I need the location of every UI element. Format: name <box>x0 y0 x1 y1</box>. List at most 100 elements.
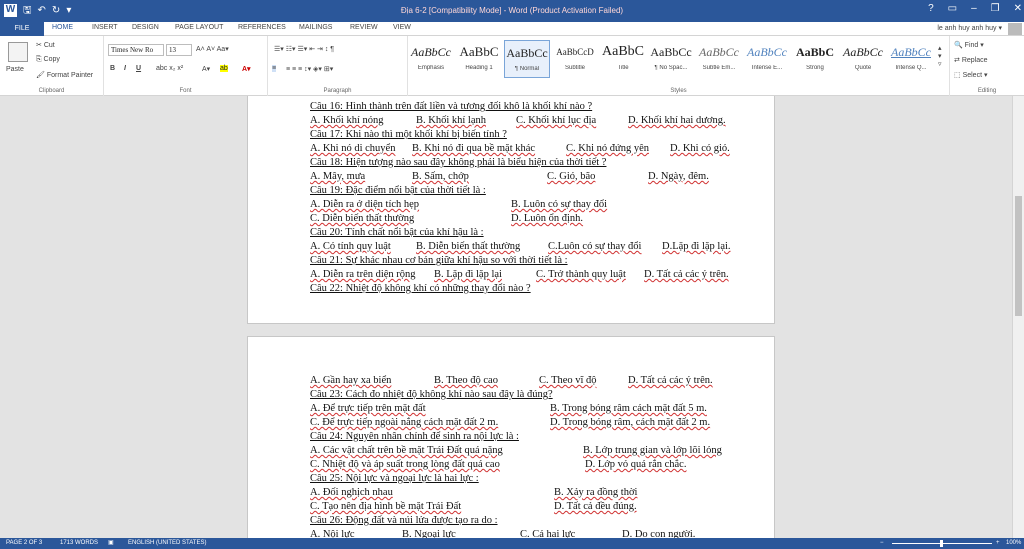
paste-icon[interactable] <box>8 42 28 62</box>
ribbon-tabs: FILE HOME INSERT DESIGN PAGE LAYOUT REFE… <box>0 22 1024 36</box>
page-count[interactable]: PAGE 2 OF 3 <box>6 538 42 549</box>
option-d: D. Lớp vỏ quá rắn chắc. <box>585 459 687 470</box>
zoom-in-icon[interactable]: + <box>996 538 1000 549</box>
style-quote[interactable]: AaBbCc Quote <box>840 40 886 78</box>
bullets-icon[interactable]: ☰▾ ☷▾ ☰▾ ⇤ ⇥ ↕ ¶ <box>274 45 334 53</box>
highlight-color-icon[interactable]: ab <box>220 65 228 72</box>
text-effects-icon[interactable]: A▾ <box>202 65 210 73</box>
style-intense-quote[interactable]: AaBbCc Intense Q... <box>888 40 934 78</box>
zoom-slider-thumb[interactable] <box>940 540 943 547</box>
italic-button[interactable]: I <box>124 65 126 72</box>
clipboard-group-label: Clipboard <box>38 88 65 94</box>
tab-file[interactable]: FILE <box>0 22 44 36</box>
style-preview: AaBbCc <box>411 45 451 59</box>
paste-button[interactable]: Paste <box>6 66 24 73</box>
option-c: C. Để trực tiếp ngoài nắng cách mặt đất … <box>310 417 499 428</box>
minimize-button[interactable]: – <box>971 3 977 14</box>
underline-button[interactable]: U <box>136 65 141 72</box>
styles-scroll-icon[interactable]: ▴ ▾ ▿ <box>938 44 942 68</box>
style-no-spacing[interactable]: AaBbCc ¶ No Spac... <box>648 40 694 78</box>
editing-group: 🔍 Find ▾ ⇄ Replace ⬚ Select ▾ Editing <box>950 36 1024 96</box>
option-a: A. Mây, mưa <box>310 171 366 182</box>
cut-button[interactable]: ✂ Cut <box>36 41 55 49</box>
tab-review[interactable]: REVIEW <box>350 24 378 31</box>
option-c: C. Diễn biến thất thường <box>310 213 415 224</box>
question-text: Câu 18: Hiện tượng nào sau đây không phả… <box>310 157 607 168</box>
question-text: Câu 22: Nhiệt độ không khí có những thay… <box>310 283 531 294</box>
style-strong[interactable]: AaBbC Strong <box>792 40 838 78</box>
zoom-out-icon[interactable]: − <box>880 538 884 549</box>
tab-insert[interactable]: INSERT <box>92 24 118 31</box>
replace-label: Replace <box>961 57 988 64</box>
document-page[interactable]: A. Gần hay xa biển B. Theo độ cao C. The… <box>247 336 775 538</box>
strikethrough-icon[interactable]: abc x₂ x² <box>156 65 183 72</box>
user-account[interactable]: le anh huy anh huy ▾ <box>937 24 1002 32</box>
replace-button[interactable]: ⇄ Replace <box>954 56 988 64</box>
style-name: ¶ No Spac... <box>654 65 688 71</box>
vertical-scrollbar[interactable] <box>1012 96 1024 538</box>
font-name-box[interactable]: Times New Ro <box>108 44 164 56</box>
style-preview: AaBbC <box>602 44 644 59</box>
style-name: Heading 1 <box>465 65 493 71</box>
question-text: Câu 17: Khi nào thì một khối khí bị biến… <box>310 129 507 140</box>
option-d: D. Khi có gió. <box>670 143 730 154</box>
option-a: A. Các vật chất trên bề mặt Trái Đất quá… <box>310 445 503 456</box>
option-a: A. Đối nghịch nhau <box>310 487 393 498</box>
option-b: B. Lặp đi lặp lại <box>434 269 502 280</box>
title-bar: W 🖫 ↶ ↻ ▾ Địa 6-2 [Compatibility Mode] -… <box>0 0 1024 22</box>
cut-label: Cut <box>43 42 55 49</box>
styles-group-label: Styles <box>670 88 687 94</box>
font-size-box[interactable]: 13 <box>166 44 192 56</box>
align-center-icon[interactable]: ≡ ≡ ≡ ↕▾ ◈▾ ⊞▾ <box>286 65 333 73</box>
style-emphasis[interactable]: AaBbCc Emphasis <box>408 40 454 78</box>
scrollbar-thumb[interactable] <box>1015 196 1022 316</box>
find-button[interactable]: 🔍 Find ▾ <box>954 41 984 49</box>
ribbon-display-button[interactable]: ▭ <box>948 3 957 14</box>
option-c: C. Theo vĩ độ <box>539 375 597 386</box>
option-d: D. Luôn ổn định. <box>511 213 584 224</box>
help-button[interactable]: ? <box>928 3 934 14</box>
editing-group-label: Editing <box>977 88 997 94</box>
style-title[interactable]: AaBbC Title <box>600 40 646 78</box>
maximize-button[interactable]: ❐ <box>991 3 1000 14</box>
window-title: Địa 6-2 [Compatibility Mode] - Word (Pro… <box>400 6 624 15</box>
close-button[interactable]: ✕ <box>1014 3 1022 14</box>
style-normal[interactable]: AaBbCc ¶ Normal <box>504 40 550 78</box>
proofing-icon[interactable]: ▣ <box>108 538 114 549</box>
bold-button[interactable]: B <box>110 65 115 72</box>
option-c: C. Nhiệt độ và áp suất trong lòng đất qu… <box>310 459 500 470</box>
style-preview: AaBbC <box>795 45 834 59</box>
option-a: A. Diễn ra trên diện rộng <box>310 269 416 280</box>
tab-home[interactable]: HOME <box>52 24 73 31</box>
align-left-icon[interactable]: ≡ <box>272 65 277 72</box>
zoom-level[interactable]: 100% <box>1006 538 1021 549</box>
language-indicator[interactable]: ENGLISH (UNITED STATES) <box>128 538 206 549</box>
copy-button[interactable]: ⎘ Copy <box>36 56 60 64</box>
tab-design[interactable]: DESIGN <box>132 24 159 31</box>
style-intense-emphasis[interactable]: AaBbCc Intense E... <box>744 40 790 78</box>
paragraph-group-label: Paragraph <box>323 88 352 94</box>
tab-view[interactable]: VIEW <box>393 24 411 31</box>
document-area[interactable]: Câu 16: Hình thành trên đất liền và tươn… <box>0 96 1024 538</box>
style-subtle-emphasis[interactable]: AaBbCc Subtle Em... <box>696 40 742 78</box>
font-color-icon[interactable]: A▾ <box>242 65 251 73</box>
select-button[interactable]: ⬚ Select ▾ <box>954 71 987 79</box>
question-17: Câu 17: Khi nào thì một khối khí bị biến… <box>310 129 507 141</box>
avatar[interactable] <box>1008 23 1022 35</box>
tab-mailings[interactable]: MAILINGS <box>299 24 332 31</box>
grow-font-icon[interactable]: A˄ A˅ Aa▾ <box>196 45 229 53</box>
question-23: Câu 23: Cách đo nhiệt độ không khí nào s… <box>310 389 553 401</box>
style-heading-1[interactable]: AaBbC Heading 1 <box>456 40 502 78</box>
clipboard-group: Paste ✂ Cut ⎘ Copy 🖌 Format Painter Clip… <box>0 36 104 96</box>
option-c: C. Trở thành quy luật <box>536 269 626 280</box>
option-b: B. Theo độ cao <box>434 375 498 386</box>
option-c: C. Gió, bão <box>547 171 596 182</box>
tab-page-layout[interactable]: PAGE LAYOUT <box>175 24 223 31</box>
word-count[interactable]: 1713 WORDS <box>60 538 98 549</box>
style-subtitle[interactable]: AaBbCcD Subtitle <box>552 40 598 78</box>
tab-references[interactable]: REFERENCES <box>238 24 286 31</box>
document-page[interactable]: Câu 16: Hình thành trên đất liền và tươn… <box>247 96 775 324</box>
find-label: Find ▾ <box>964 42 984 49</box>
style-name: Title <box>617 65 629 71</box>
format-painter-button[interactable]: 🖌 Format Painter <box>36 71 93 79</box>
